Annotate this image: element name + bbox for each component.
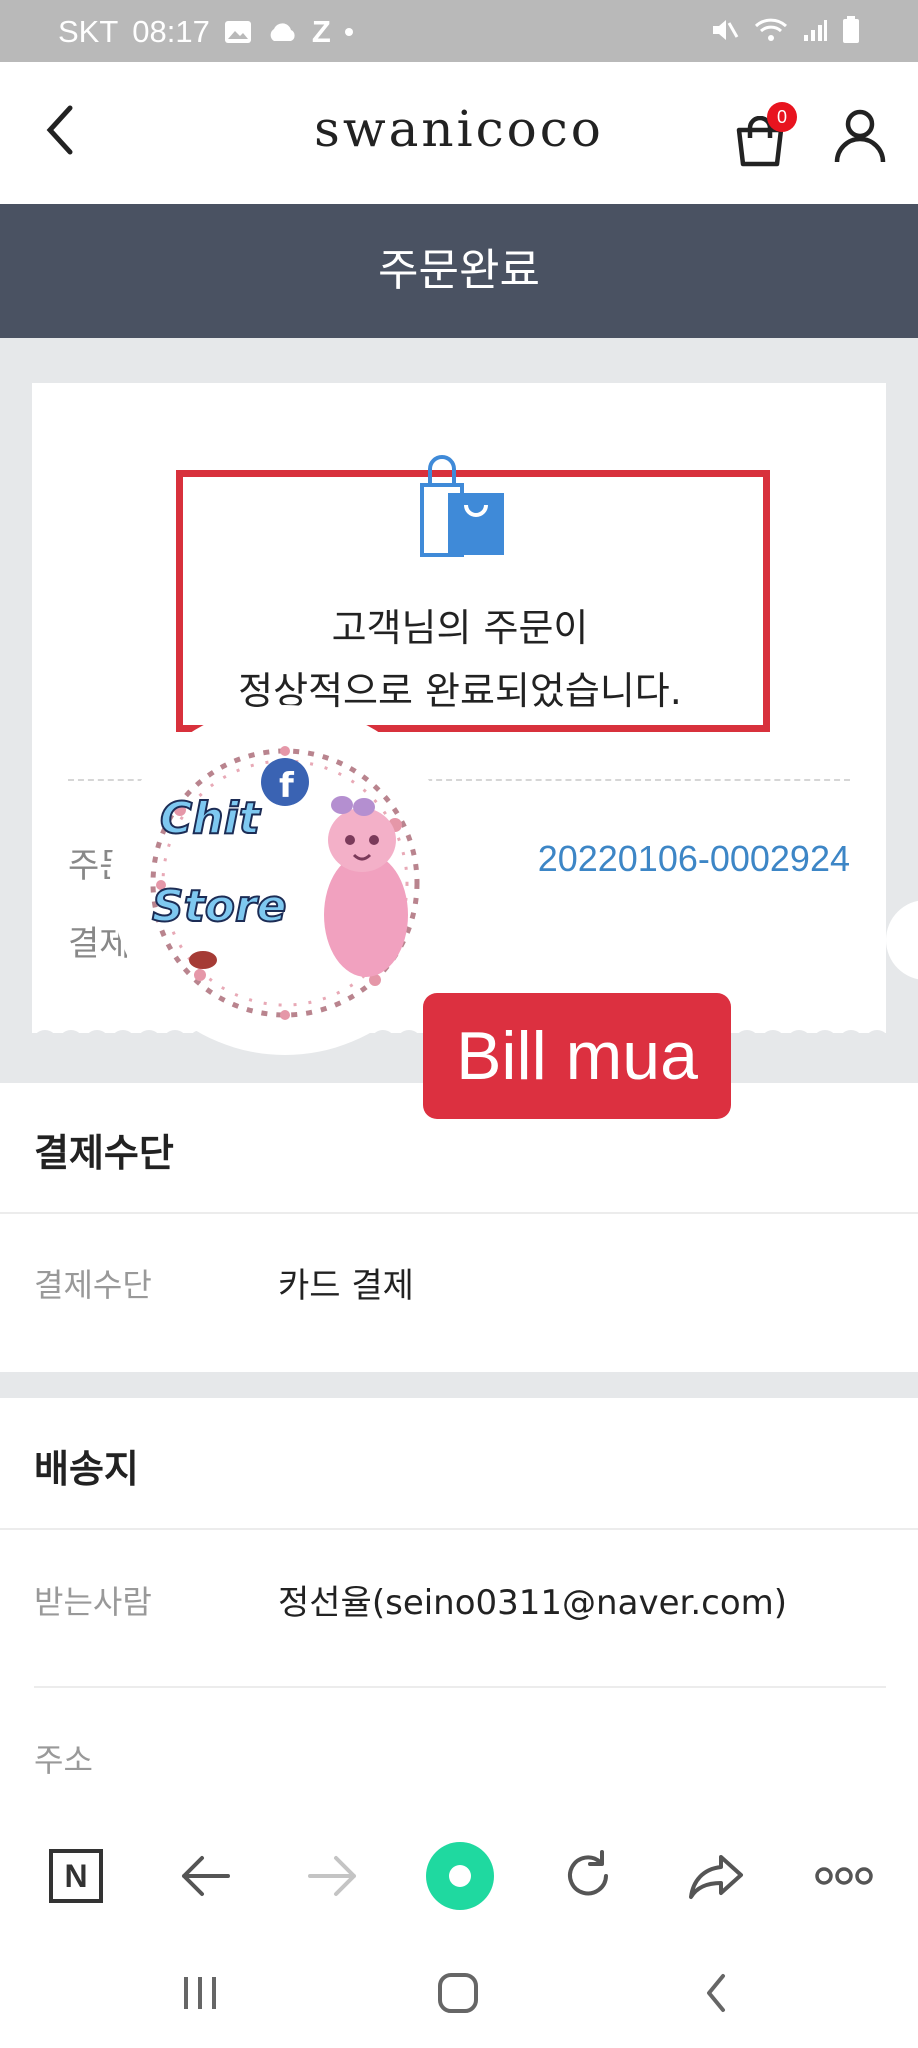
payment-divider [0,1212,918,1214]
chevron-left-icon [707,1974,725,2012]
refresh-icon [568,1850,608,1896]
browser-forward-button[interactable] [293,1838,373,1914]
share-icon [689,1855,743,1899]
svg-text:f: f [279,766,295,806]
green-dot-button[interactable] [420,1838,500,1914]
home-button[interactable] [418,1963,498,2023]
refresh-button[interactable] [548,1838,628,1914]
payment-method-heading: 결제수단 [34,1131,174,1175]
order-number-value[interactable]: 20220106-0002924 [538,838,850,880]
wifi-icon [754,18,788,41]
status-left: SKT 08:17 Z [58,14,353,50]
shopping-bag-icon [420,455,504,557]
system-back-button[interactable] [676,1963,756,2023]
green-dot-icon [426,1842,494,1910]
share-button[interactable] [676,1838,756,1914]
recent-apps-button[interactable] [160,1963,240,2023]
page-title: 주문완료 [0,204,918,338]
section-gap [0,1372,918,1398]
status-right [710,16,860,44]
system-nav-bar [0,1938,918,2048]
arrow-left-icon [182,1856,230,1896]
naver-n-label: N [64,1857,88,1894]
home-icon [438,1973,478,2013]
battery-icon [843,16,859,43]
more-button[interactable] [804,1838,884,1914]
cart-button[interactable]: 0 [735,102,797,168]
naver-home-button[interactable]: N [36,1838,116,1914]
z-indicator: Z [311,14,331,49]
watermark-text-line2: Store [151,880,287,933]
status-bar: SKT 08:17 Z [0,0,918,62]
watermark-text-line1: Chit [159,792,261,845]
watermark-sticker: f Chit Store [110,705,460,1055]
naver-n-icon: N [49,1849,103,1903]
shipping-divider [0,1528,918,1530]
floral-wreath-icon: f [150,746,420,1020]
browser-toolbar: N [0,1812,918,1938]
cloud-icon [270,23,295,41]
address-label: 주소 [34,1741,93,1779]
completion-message-line1: 고객님의 주문이 [331,606,589,650]
more-dots-icon [815,1867,873,1885]
mute-icon [713,20,739,40]
recipient-divider [34,1686,886,1688]
recipient-value: 정선율(seino0311@naver.com) [278,1583,788,1623]
signal-icon [804,20,827,41]
arrow-right-icon [308,1856,356,1896]
gallery-icon [224,21,251,43]
recipient-label: 받는사람 [34,1583,152,1621]
cart-count-badge: 0 [767,102,797,132]
carrier: SKT [58,14,119,49]
payment-method-label: 결제수단 [34,1266,152,1304]
bill-badge: Bill mua [423,993,731,1119]
dot-icon [344,28,353,36]
shipping-heading: 배송지 [34,1447,139,1491]
clock: 08:17 [132,14,210,49]
user-icon[interactable] [832,106,888,166]
browser-back-button[interactable] [165,1838,245,1914]
recent-apps-icon [184,1977,216,2009]
address-redacted [278,1730,878,1810]
payment-method-value: 카드 결제 [278,1266,414,1306]
app-header: swanicoco 0 [0,62,918,204]
